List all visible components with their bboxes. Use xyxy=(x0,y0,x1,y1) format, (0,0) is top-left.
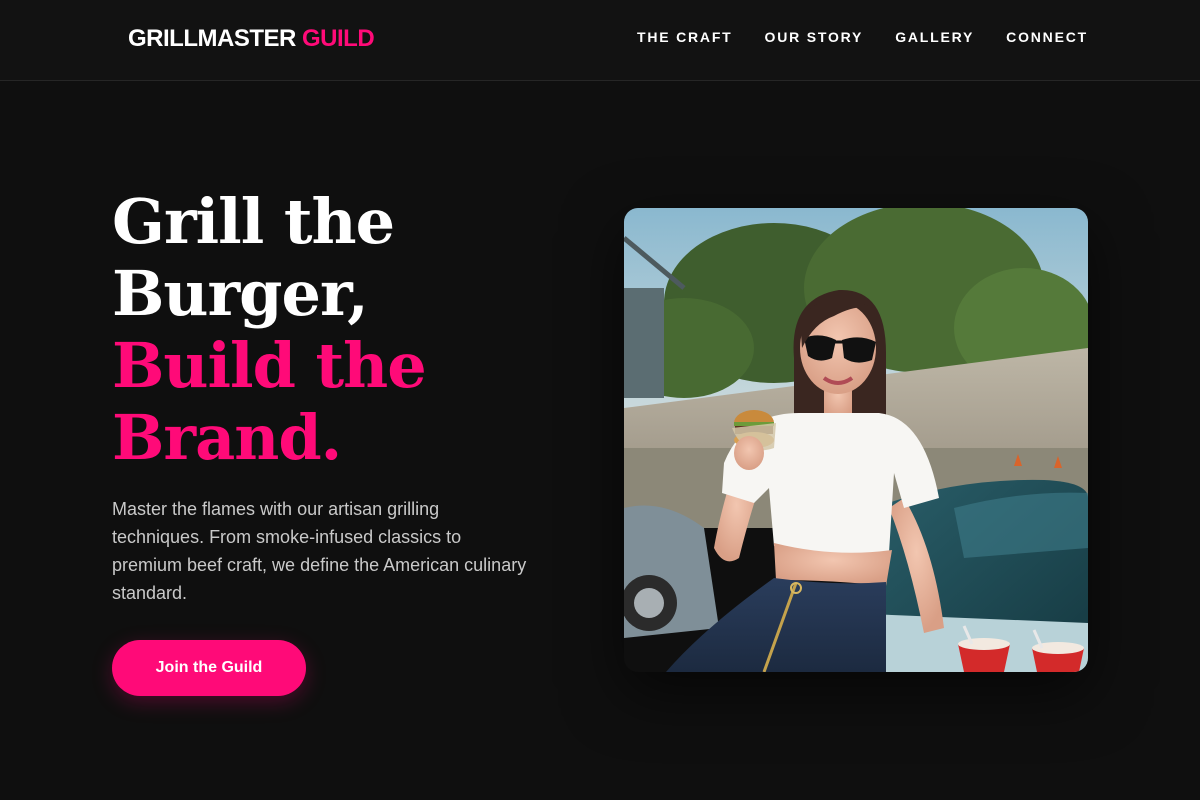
logo-accent-text: GUILD xyxy=(302,25,375,52)
hero-title-line-1: Grill the xyxy=(112,185,395,258)
hero-title-line-3: Build the xyxy=(112,329,427,402)
hero-title-line-2: Burger, xyxy=(112,257,369,330)
nav-link-connect[interactable]: CONNECT xyxy=(1006,29,1088,45)
main-nav: THE CRAFT OUR STORY GALLERY CONNECT xyxy=(637,29,1088,45)
site-logo[interactable]: GRILLMASTER GUILD xyxy=(128,25,375,53)
hero-photo xyxy=(624,208,1088,672)
nav-link-the-craft[interactable]: THE CRAFT xyxy=(637,29,733,45)
nav-link-our-story[interactable]: OUR STORY xyxy=(765,29,864,45)
join-guild-button[interactable]: Join the Guild xyxy=(112,640,306,696)
hero-title-line-4: Brand. xyxy=(112,401,342,474)
hero-title: Grill the Burger, Build the Brand. xyxy=(112,185,427,474)
site-header: GRILLMASTER GUILD THE CRAFT OUR STORY GA… xyxy=(0,0,1200,81)
nav-link-gallery[interactable]: GALLERY xyxy=(895,29,974,45)
logo-main-text: GRILLMASTER xyxy=(128,25,296,52)
hero-description: Master the flames with our artisan grill… xyxy=(112,499,527,603)
